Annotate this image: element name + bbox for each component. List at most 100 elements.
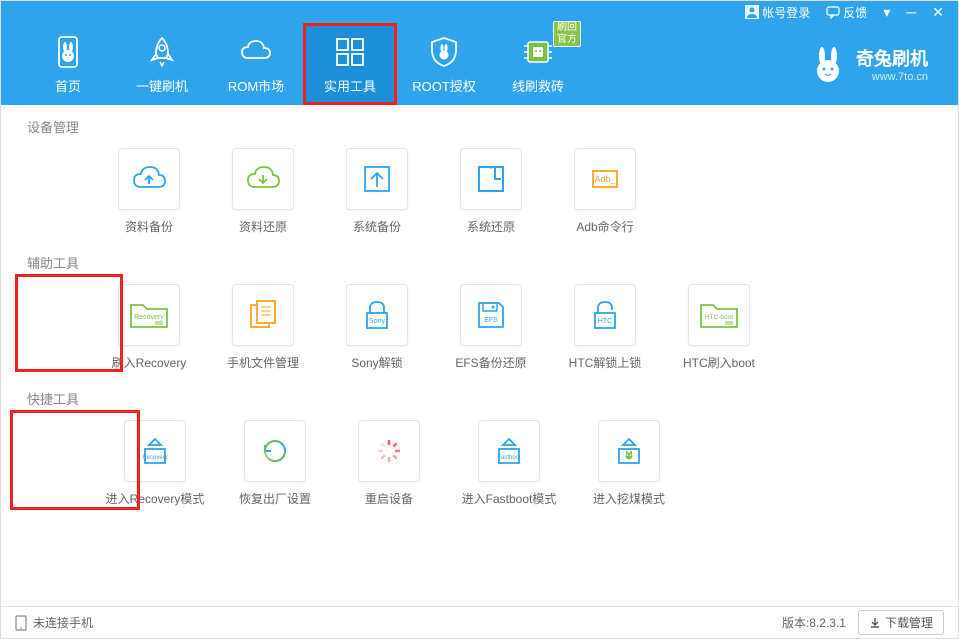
shield-icon xyxy=(426,34,462,70)
tool-backup-data[interactable]: 资料备份 xyxy=(105,148,193,235)
tool-htc-boot[interactable]: HTC-boot HTC刷入boot xyxy=(675,284,763,371)
lock-htc-icon: HTC xyxy=(574,284,636,346)
tool-enter-recovery[interactable]: Recovery 进入Recovery模式 xyxy=(105,420,205,507)
tool-label: 手机文件管理 xyxy=(227,354,299,371)
section-title: 设备管理 xyxy=(25,117,934,136)
arrow-down-box-icon xyxy=(460,148,522,210)
nav-home[interactable]: 首页 xyxy=(21,23,115,105)
tool-label: 恢复出厂设置 xyxy=(239,490,311,507)
arrow-up-box-icon xyxy=(346,148,408,210)
nav-root[interactable]: ROOT授权 xyxy=(397,23,491,105)
status-text: 未连接手机 xyxy=(33,614,93,631)
tool-system-restore[interactable]: 系统还原 xyxy=(447,148,535,235)
feedback-button[interactable]: 反馈 xyxy=(820,4,873,21)
section-title: 快捷工具 xyxy=(25,389,934,408)
statusbar: 未连接手机 版本:8.2.3.1 下载管理 xyxy=(1,606,958,638)
tool-flash-recovery[interactable]: Recovery 刷入Recovery xyxy=(105,284,193,371)
tool-system-backup[interactable]: 系统备份 xyxy=(333,148,421,235)
close-button[interactable]: ✕ xyxy=(926,4,950,21)
tool-label: HTC刷入boot xyxy=(683,354,755,371)
tool-file-manager[interactable]: 手机文件管理 xyxy=(219,284,307,371)
recovery-mode-icon: Recovery xyxy=(124,420,186,482)
files-icon xyxy=(232,284,294,346)
tool-adb[interactable]: Adb_ Adb命令行 xyxy=(561,148,649,235)
section-title: 辅助工具 xyxy=(25,253,934,272)
tool-restore-data[interactable]: 资料还原 xyxy=(219,148,307,235)
tool-label: 资料还原 xyxy=(239,218,287,235)
minimize-button[interactable]: ─ xyxy=(900,4,922,20)
cloud-down-icon xyxy=(232,148,294,210)
refresh-icon xyxy=(244,420,306,482)
tool-factory-reset[interactable]: 恢复出厂设置 xyxy=(231,420,319,507)
cloud-up-icon xyxy=(118,148,180,210)
tool-label: 系统还原 xyxy=(467,218,515,235)
download-label: 下载管理 xyxy=(885,614,933,631)
tool-label: 资料备份 xyxy=(125,218,173,235)
download-mode-icon xyxy=(598,420,660,482)
login-button[interactable]: 帐号登录 xyxy=(739,4,816,21)
version-text: 版本:8.2.3.1 xyxy=(782,614,846,631)
svg-text:Sony: Sony xyxy=(369,318,385,325)
phone-rabbit-icon xyxy=(50,34,86,70)
rocket-icon xyxy=(144,34,180,70)
folder-htc-boot-icon: HTC-boot xyxy=(688,284,750,346)
user-icon xyxy=(745,5,759,19)
svg-text:Recovery: Recovery xyxy=(134,314,164,321)
feedback-label: 反馈 xyxy=(843,4,867,21)
phone-icon xyxy=(15,615,27,631)
chip-icon xyxy=(520,34,556,70)
svg-text:Fastboot: Fastboot xyxy=(497,455,521,461)
tool-label: 进入挖煤模式 xyxy=(593,490,665,507)
svg-text:HTC-boot: HTC-boot xyxy=(705,314,733,321)
section-device: 设备管理 资料备份 资料还原 系统备份 系统还原 Adb_ Adb命令行 xyxy=(25,117,934,235)
tool-enter-fastboot[interactable]: Fastboot 进入Fastboot模式 xyxy=(459,420,559,507)
nav-label: 线刷救砖 xyxy=(512,76,564,95)
header-nav: 首页 一键刷机 ROM市场 实用工具 ROOT授权 刷回官方 线刷救砖 xyxy=(1,23,958,105)
content-area: 设备管理 资料备份 资料还原 系统备份 系统还原 Adb_ Adb命令行 xyxy=(1,105,958,606)
rabbit-logo-icon xyxy=(808,44,848,84)
titlebar: 帐号登录 反馈 ▾ ─ ✕ xyxy=(1,1,958,23)
tool-label: EFS备份还原 xyxy=(455,354,526,371)
badge-official: 刷回官方 xyxy=(553,21,581,47)
download-icon xyxy=(869,617,881,629)
nav-label: 实用工具 xyxy=(324,76,376,95)
tool-label: 系统备份 xyxy=(353,218,401,235)
logo-title: 奇兔刷机 xyxy=(856,45,928,71)
svg-text:Recovery: Recovery xyxy=(142,455,167,461)
section-assist: 辅助工具 Recovery 刷入Recovery 手机文件管理 Sony Son… xyxy=(25,253,934,371)
logo-url: www.7to.cn xyxy=(856,71,928,83)
cloud-icon xyxy=(238,34,274,70)
lock-sony-icon: Sony xyxy=(346,284,408,346)
grid-icon xyxy=(332,34,368,70)
nav-label: 首页 xyxy=(55,76,81,95)
nav-label: 一键刷机 xyxy=(136,76,188,95)
nav-wire-flash[interactable]: 刷回官方 线刷救砖 xyxy=(491,23,585,105)
nav-flash[interactable]: 一键刷机 xyxy=(115,23,209,105)
svg-text:EFS: EFS xyxy=(484,317,498,324)
tool-label: Sony解锁 xyxy=(351,354,402,371)
svg-text:Adb_: Adb_ xyxy=(594,174,616,184)
login-label: 帐号登录 xyxy=(762,4,810,21)
nav-label: ROM市场 xyxy=(228,76,284,95)
chat-icon xyxy=(826,5,840,19)
section-quick: 快捷工具 Recovery 进入Recovery模式 恢复出厂设置 重启设备 F… xyxy=(25,389,934,507)
tool-htc-unlock[interactable]: HTC HTC解锁上锁 xyxy=(561,284,649,371)
nav-tools[interactable]: 实用工具 xyxy=(303,23,397,105)
tool-enter-download[interactable]: 进入挖煤模式 xyxy=(585,420,673,507)
tool-efs[interactable]: EFS EFS备份还原 xyxy=(447,284,535,371)
tool-sony-unlock[interactable]: Sony Sony解锁 xyxy=(333,284,421,371)
tool-reboot[interactable]: 重启设备 xyxy=(345,420,433,507)
tool-label: 刷入Recovery xyxy=(112,354,187,371)
svg-text:HTC: HTC xyxy=(598,318,612,325)
tool-label: 进入Fastboot模式 xyxy=(462,490,557,507)
nav-rom-market[interactable]: ROM市场 xyxy=(209,23,303,105)
tool-label: 进入Recovery模式 xyxy=(106,490,205,507)
fastboot-icon: Fastboot xyxy=(478,420,540,482)
save-efs-icon: EFS xyxy=(460,284,522,346)
tool-label: 重启设备 xyxy=(365,490,413,507)
adb-icon: Adb_ xyxy=(574,148,636,210)
tool-label: HTC解锁上锁 xyxy=(569,354,642,371)
dropdown-icon[interactable]: ▾ xyxy=(877,4,896,21)
nav-label: ROOT授权 xyxy=(412,76,476,95)
download-manager-button[interactable]: 下载管理 xyxy=(858,610,944,635)
